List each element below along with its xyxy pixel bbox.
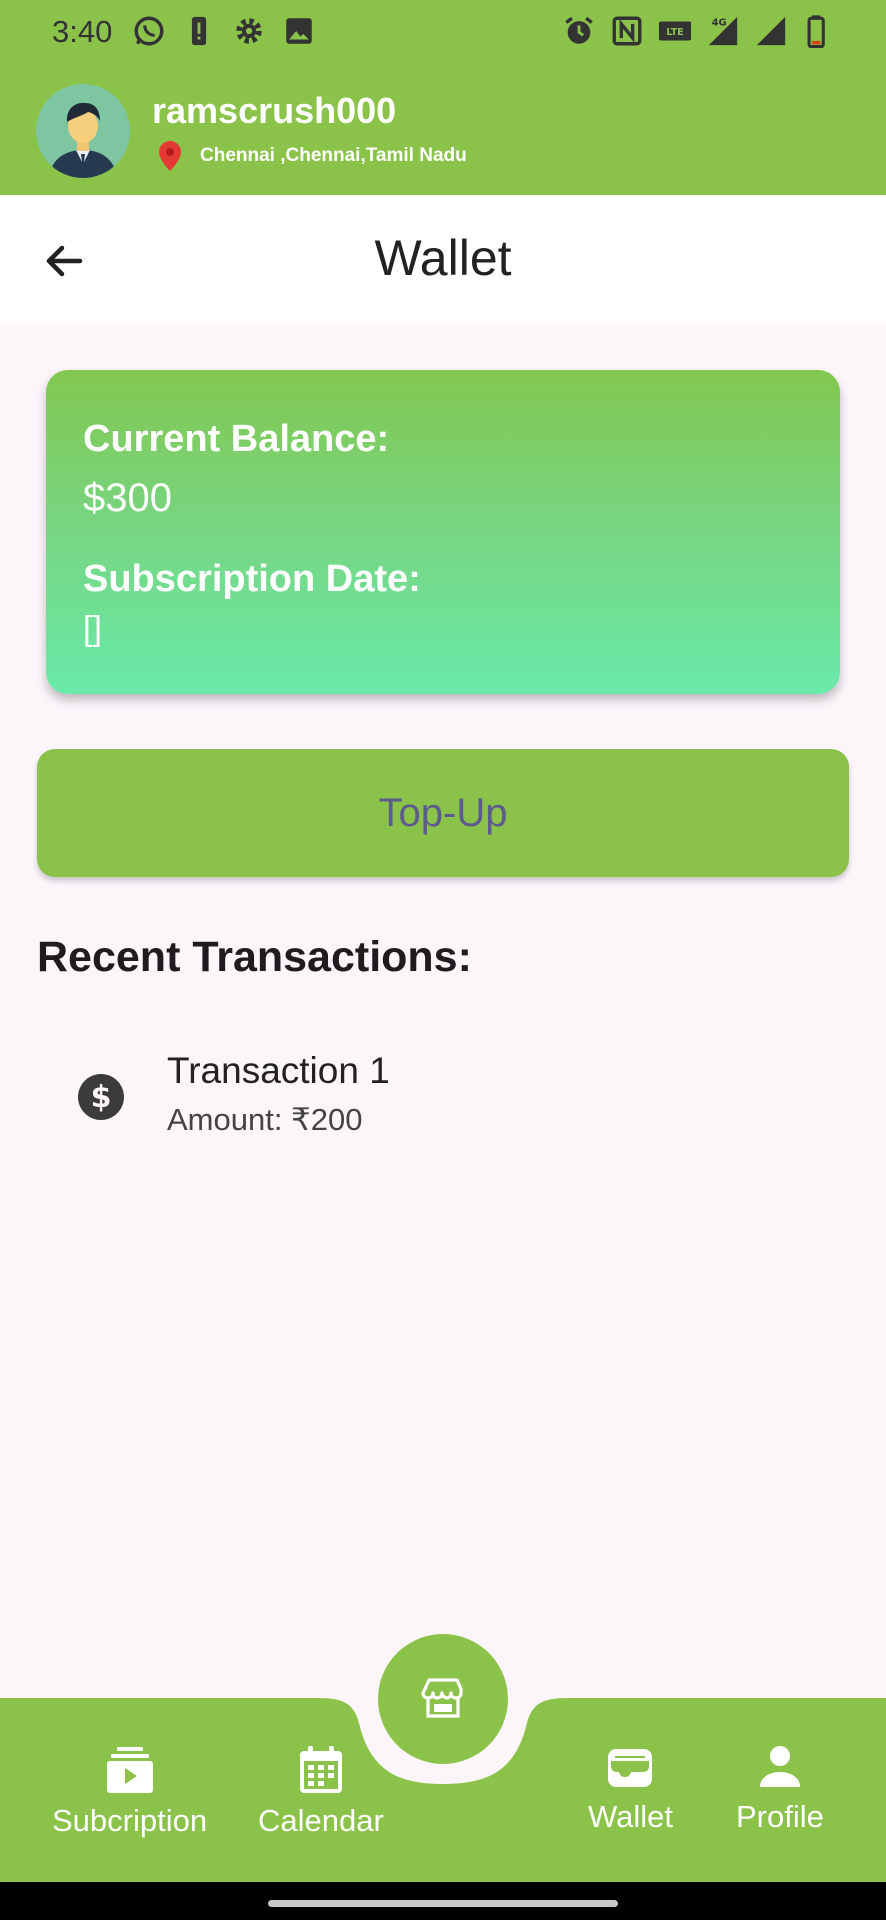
store-fab-button[interactable] bbox=[378, 1634, 508, 1764]
status-bar: 3:40 LTE 4G bbox=[0, 0, 886, 66]
nav-item-profile[interactable]: Profile bbox=[736, 1743, 824, 1835]
subscriptions-icon bbox=[106, 1747, 153, 1793]
app-header: ramscrush000 Chennai ,Chennai,Tamil Nadu bbox=[0, 66, 886, 195]
wallet-icon bbox=[608, 1749, 653, 1787]
svg-text:LTE: LTE bbox=[666, 27, 683, 38]
list-item[interactable]: $ Transaction 1 Amount: ₹200 bbox=[0, 1040, 886, 1150]
dollar-circle-icon: $ bbox=[78, 1074, 124, 1120]
nav-item-wallet[interactable]: Wallet bbox=[588, 1743, 673, 1835]
gesture-area bbox=[0, 1882, 886, 1920]
recent-transactions-heading: Recent Transactions: bbox=[37, 933, 472, 981]
balance-card: Current Balance: $300 Subscription Date:… bbox=[46, 370, 840, 694]
nav-label-calendar: Calendar bbox=[258, 1803, 384, 1838]
gear-icon bbox=[236, 18, 262, 44]
alert-icon bbox=[191, 16, 207, 46]
calendar-icon bbox=[299, 1746, 342, 1793]
user-avatar-icon bbox=[36, 84, 130, 178]
4g-signal-icon: 4G bbox=[708, 16, 738, 46]
location-text: Chennai ,Chennai,Tamil Nadu bbox=[200, 145, 467, 166]
current-balance-value: $300 bbox=[83, 476, 172, 520]
transaction-amount: Amount: ₹200 bbox=[167, 1102, 363, 1137]
titlebar: Wallet bbox=[0, 195, 886, 323]
nav-item-subscription[interactable]: Subcription bbox=[52, 1745, 207, 1839]
svg-text:$: $ bbox=[91, 1080, 112, 1115]
current-balance-label: Current Balance: bbox=[83, 418, 390, 460]
alarm-icon bbox=[565, 16, 593, 44]
username: ramscrush000 bbox=[152, 90, 397, 131]
location-pin-icon bbox=[159, 141, 181, 171]
page-title: Wallet bbox=[374, 230, 512, 286]
volte-icon: LTE bbox=[658, 21, 692, 41]
location-row: Chennai ,Chennai,Tamil Nadu bbox=[158, 140, 467, 172]
subscription-date-label: Subscription Date: bbox=[83, 558, 421, 600]
image-icon bbox=[286, 18, 312, 44]
svg-text:4G: 4G bbox=[712, 17, 727, 28]
nfc-icon bbox=[612, 16, 642, 46]
signal-icon bbox=[756, 16, 786, 46]
subscription-date-value: [] bbox=[83, 610, 102, 648]
gesture-handle[interactable] bbox=[268, 1900, 618, 1907]
nav-item-calendar[interactable]: Calendar bbox=[258, 1745, 384, 1839]
nav-label-profile: Profile bbox=[736, 1799, 824, 1834]
store-icon bbox=[421, 1678, 463, 1718]
nav-label-subscription: Subcription bbox=[52, 1803, 208, 1838]
person-icon bbox=[759, 1746, 800, 1787]
top-up-button[interactable]: Top-Up bbox=[37, 749, 849, 877]
nav-label-wallet: Wallet bbox=[588, 1799, 673, 1834]
battery-icon bbox=[807, 15, 825, 48]
transaction-title: Transaction 1 bbox=[167, 1050, 390, 1091]
status-time: 3:40 bbox=[52, 14, 113, 49]
avatar[interactable] bbox=[36, 84, 130, 178]
whatsapp-icon bbox=[134, 16, 164, 46]
